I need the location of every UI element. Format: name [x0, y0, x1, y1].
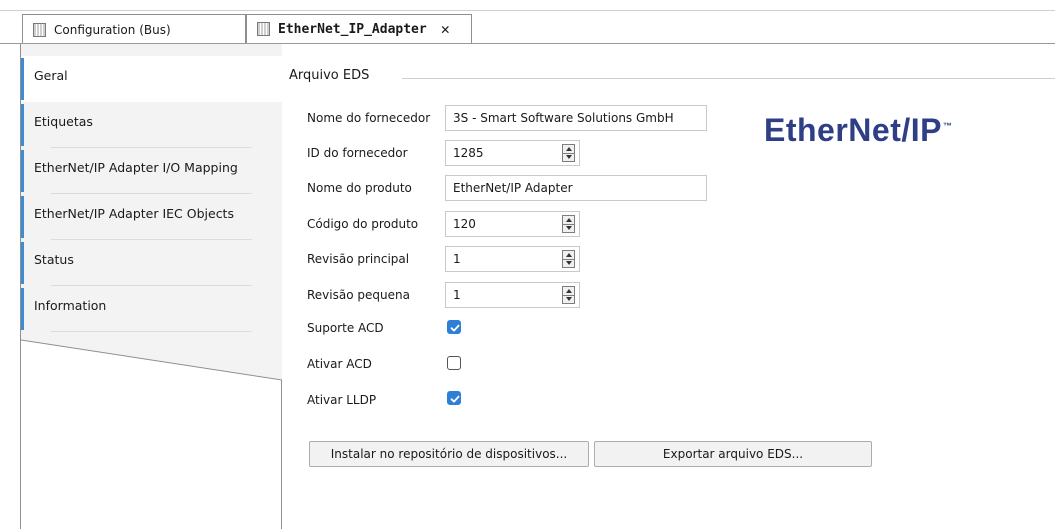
lldp-enable-checkbox[interactable] [447, 391, 461, 405]
product-name-label: Nome do produto [307, 181, 412, 195]
product-name-field[interactable]: EtherNet/IP Adapter [445, 175, 707, 201]
install-device-repository-button[interactable]: Instalar no repositório de dispositivos.… [309, 441, 589, 467]
sidebar-item-label: EtherNet/IP Adapter IEC Objects [34, 206, 234, 221]
sidebar-item-iec-objects[interactable]: EtherNet/IP Adapter IEC Objects [21, 194, 282, 240]
sidebar-item-label: EtherNet/IP Adapter I/O Mapping [34, 160, 238, 175]
vendor-id-stepper[interactable]: 1285 [445, 140, 580, 166]
sidebar-item-io-mapping[interactable]: EtherNet/IP Adapter I/O Mapping [21, 148, 282, 194]
acd-support-checkbox[interactable] [447, 320, 461, 334]
product-code-label: Código do produto [307, 217, 419, 231]
minor-revision-label: Revisão pequena [307, 288, 410, 302]
acd-enable-label: Ativar ACD [307, 357, 372, 371]
nav-accent-bar [21, 58, 24, 100]
vendor-name-label: Nome do fornecedor [307, 111, 431, 125]
spin-arrows-icon[interactable] [562, 250, 575, 268]
tab-configuration-bus[interactable]: Configuration (Bus) [22, 14, 246, 44]
product-code-stepper[interactable]: 120 [445, 211, 580, 237]
group-title: Arquivo EDS [289, 68, 370, 83]
sidebar-item-status[interactable]: Status [21, 240, 282, 286]
tab-ethernet-ip-adapter[interactable]: EtherNet_IP_Adapter ✕ [246, 14, 472, 44]
settings-nav-panel: Geral Etiquetas EtherNet/IP Adapter I/O … [20, 44, 283, 529]
ethernet-ip-logo: EtherNet/IP™ [764, 112, 952, 149]
tabstrip-top-border [0, 10, 1055, 11]
sidebar-item-geral[interactable]: Geral [21, 56, 282, 102]
major-revision-label: Revisão principal [307, 252, 410, 266]
lldp-enable-label: Ativar LLDP [307, 393, 377, 407]
sidebar-item-information[interactable]: Information [21, 286, 282, 332]
tab-label: Configuration (Bus) [54, 22, 171, 37]
vendor-id-value: 1285 [453, 146, 484, 160]
major-revision-value: 1 [453, 252, 461, 266]
export-eds-button[interactable]: Exportar arquivo EDS... [594, 441, 872, 467]
sidebar-item-label: Geral [34, 68, 68, 83]
acd-support-label: Suporte ACD [307, 321, 384, 335]
sidebar-item-label: Status [34, 252, 74, 267]
group-divider [402, 78, 1055, 79]
logo-trademark: ™ [942, 121, 953, 132]
major-revision-stepper[interactable]: 1 [445, 246, 580, 272]
vendor-name-field[interactable]: 3S - Smart Software Solutions GmbH [445, 105, 707, 131]
editor-tab-strip: Configuration (Bus) EtherNet_IP_Adapter … [0, 0, 1055, 44]
product-code-value: 120 [453, 217, 476, 231]
spin-arrows-icon[interactable] [562, 144, 575, 162]
spin-arrows-icon[interactable] [562, 286, 575, 304]
minor-revision-value: 1 [453, 288, 461, 302]
sidebar-item-etiquetas[interactable]: Etiquetas [21, 102, 282, 148]
nav-accent-bar [21, 288, 24, 330]
nav-separator [51, 331, 252, 332]
close-icon[interactable]: ✕ [441, 20, 450, 38]
nav-accent-bar [21, 242, 24, 284]
general-settings-panel: Arquivo EDS Nome do fornecedor 3S - Smar… [282, 44, 1055, 529]
vendor-id-label: ID do fornecedor [307, 146, 408, 160]
minor-revision-stepper[interactable]: 1 [445, 282, 580, 308]
sidebar-item-label: Information [34, 298, 107, 313]
nav-accent-bar [21, 196, 24, 238]
spin-arrows-icon[interactable] [562, 215, 575, 233]
device-icon [257, 22, 270, 36]
nav-accent-bar [21, 104, 24, 146]
nav-accent-bar [21, 150, 24, 192]
acd-enable-checkbox[interactable] [447, 356, 461, 370]
logo-text: EtherNet/IP [764, 112, 942, 148]
sidebar-item-label: Etiquetas [34, 114, 93, 129]
checkmark-icon [450, 395, 460, 403]
device-grid-icon [33, 22, 46, 37]
checkmark-icon [450, 324, 460, 332]
nav-list: Geral Etiquetas EtherNet/IP Adapter I/O … [21, 56, 282, 332]
tab-label: EtherNet_IP_Adapter [278, 21, 427, 37]
